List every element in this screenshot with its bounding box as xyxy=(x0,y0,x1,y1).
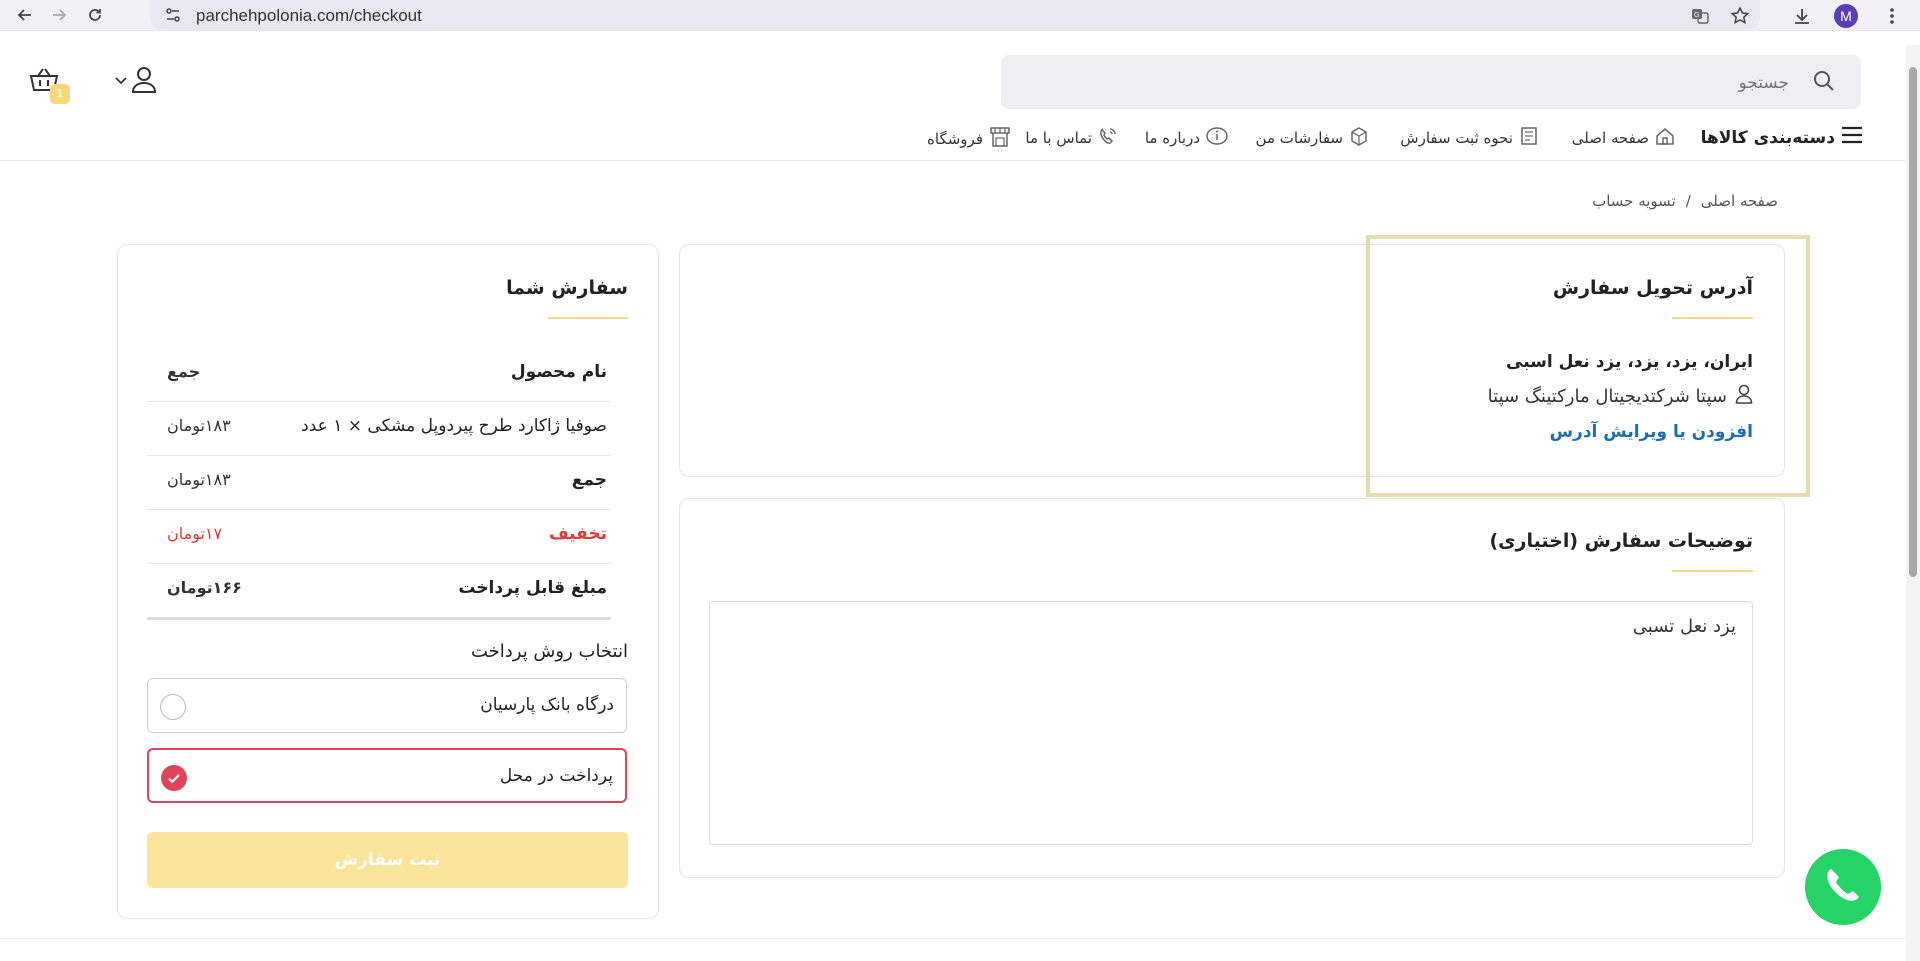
nav-about[interactable]: درباره ما xyxy=(1145,126,1228,150)
checkmark-icon[interactable] xyxy=(161,765,187,791)
subtotal-label: جمع xyxy=(571,470,607,490)
download-icon[interactable] xyxy=(1790,4,1814,28)
payable-row: مبلغ قابل پرداخت ۱۶۶تومان xyxy=(147,564,611,620)
bookmark-star-icon[interactable] xyxy=(1728,4,1752,28)
cart-count-badge: 1 xyxy=(50,84,70,104)
payment-option-parsian[interactable]: درگاه بانک پارسیان xyxy=(147,678,627,733)
discount-label: تخفیف xyxy=(548,524,607,544)
submit-order-button[interactable]: ثبت سفارش xyxy=(147,832,628,888)
breadcrumb-current: تسویه حساب xyxy=(1592,192,1676,210)
browser-toolbar: parchehpolonia.com/checkout G M xyxy=(0,0,1920,31)
search-box[interactable] xyxy=(1001,55,1861,109)
breadcrumb: صفحه اصلی / تسویه حساب xyxy=(1592,192,1778,210)
subtotal-row: جمع ۱۸۳تومان xyxy=(147,456,611,510)
order-notes-textarea[interactable]: یزد نعل تسبی xyxy=(709,601,1753,845)
whatsapp-icon xyxy=(1817,859,1869,915)
payment-option-label: پرداخت در محل xyxy=(499,766,613,786)
box-icon xyxy=(1349,126,1369,150)
reload-icon[interactable] xyxy=(84,4,106,26)
profile-avatar[interactable]: M xyxy=(1834,4,1858,28)
address-highlight-frame xyxy=(1366,235,1810,497)
order-title-underline xyxy=(548,317,628,319)
notes-title-underline xyxy=(1672,570,1753,572)
discount-value: ۱۷تومان xyxy=(167,524,223,543)
browser-menu-icon[interactable] xyxy=(1880,4,1904,28)
translate-icon[interactable]: G xyxy=(1688,4,1712,28)
payment-option-cod[interactable]: پرداخت در محل xyxy=(147,748,627,803)
cart-button[interactable]: 1 xyxy=(28,66,70,104)
order-table-header: نام محصول جمع xyxy=(147,348,611,402)
nav-how-to-order[interactable]: نحوه ثبت سفارش xyxy=(1400,126,1539,150)
item-name: صوفیا ژاکارد طرح پیردوپل مشکی × ۱ عدد xyxy=(301,416,607,436)
col-total: جمع xyxy=(167,362,201,381)
payable-value: ۱۶۶تومان xyxy=(167,578,242,597)
forward-icon[interactable] xyxy=(48,4,70,26)
payment-method-title: انتخاب روش پرداخت xyxy=(470,641,628,662)
phone-icon xyxy=(1098,126,1118,150)
search-input[interactable] xyxy=(1027,69,1791,97)
nav-categories[interactable]: دسته‌بندی کالاها xyxy=(1701,126,1863,149)
order-item-row: صوفیا ژاکارد طرح پیردوپل مشکی × ۱ عدد ۱۸… xyxy=(147,402,611,456)
nav-home[interactable]: صفحه اصلی xyxy=(1572,126,1675,150)
receipt-icon xyxy=(1519,126,1539,150)
subtotal-value: ۱۸۳تومان xyxy=(167,470,231,489)
nav-shop[interactable]: فروشگاه xyxy=(927,126,1011,152)
whatsapp-button[interactable] xyxy=(1805,849,1881,925)
info-icon xyxy=(1206,126,1228,150)
nav-my-orders[interactable]: سفارشات من xyxy=(1256,126,1369,150)
scrollbar-thumb[interactable] xyxy=(1909,67,1917,577)
payment-option-label: درگاه بانک پارسیان xyxy=(480,695,614,715)
back-icon[interactable] xyxy=(14,4,36,26)
item-price: ۱۸۳تومان xyxy=(167,416,231,435)
notes-title: توضیحات سفارش (اختیاری) xyxy=(1489,530,1753,552)
hamburger-icon xyxy=(1841,126,1863,149)
svg-text:G: G xyxy=(1694,12,1699,19)
search-icon[interactable] xyxy=(1813,70,1835,96)
page-scrollbar[interactable] xyxy=(1906,45,1920,961)
footer-divider xyxy=(0,938,1905,939)
breadcrumb-home-link[interactable]: صفحه اصلی xyxy=(1701,192,1778,210)
url-text: parchehpolonia.com/checkout xyxy=(196,6,422,25)
radio-button[interactable] xyxy=(160,694,186,720)
address-bar[interactable]: parchehpolonia.com/checkout xyxy=(150,0,1760,30)
store-icon xyxy=(989,126,1011,152)
nav-contact[interactable]: تماس با ما xyxy=(1025,126,1118,150)
user-menu[interactable] xyxy=(114,66,158,100)
site-info-icon[interactable] xyxy=(164,6,182,28)
payable-label: مبلغ قابل پرداخت xyxy=(458,578,607,598)
home-icon xyxy=(1655,126,1675,150)
discount-row: تخفیف ۱۷تومان xyxy=(147,510,611,564)
breadcrumb-separator: / xyxy=(1685,192,1691,210)
main-nav: دسته‌بندی کالاها صفحه اصلی نحوه ثبت سفار… xyxy=(0,120,1905,161)
order-title: سفارش شما xyxy=(506,277,628,299)
col-product-name: نام محصول xyxy=(510,362,607,382)
